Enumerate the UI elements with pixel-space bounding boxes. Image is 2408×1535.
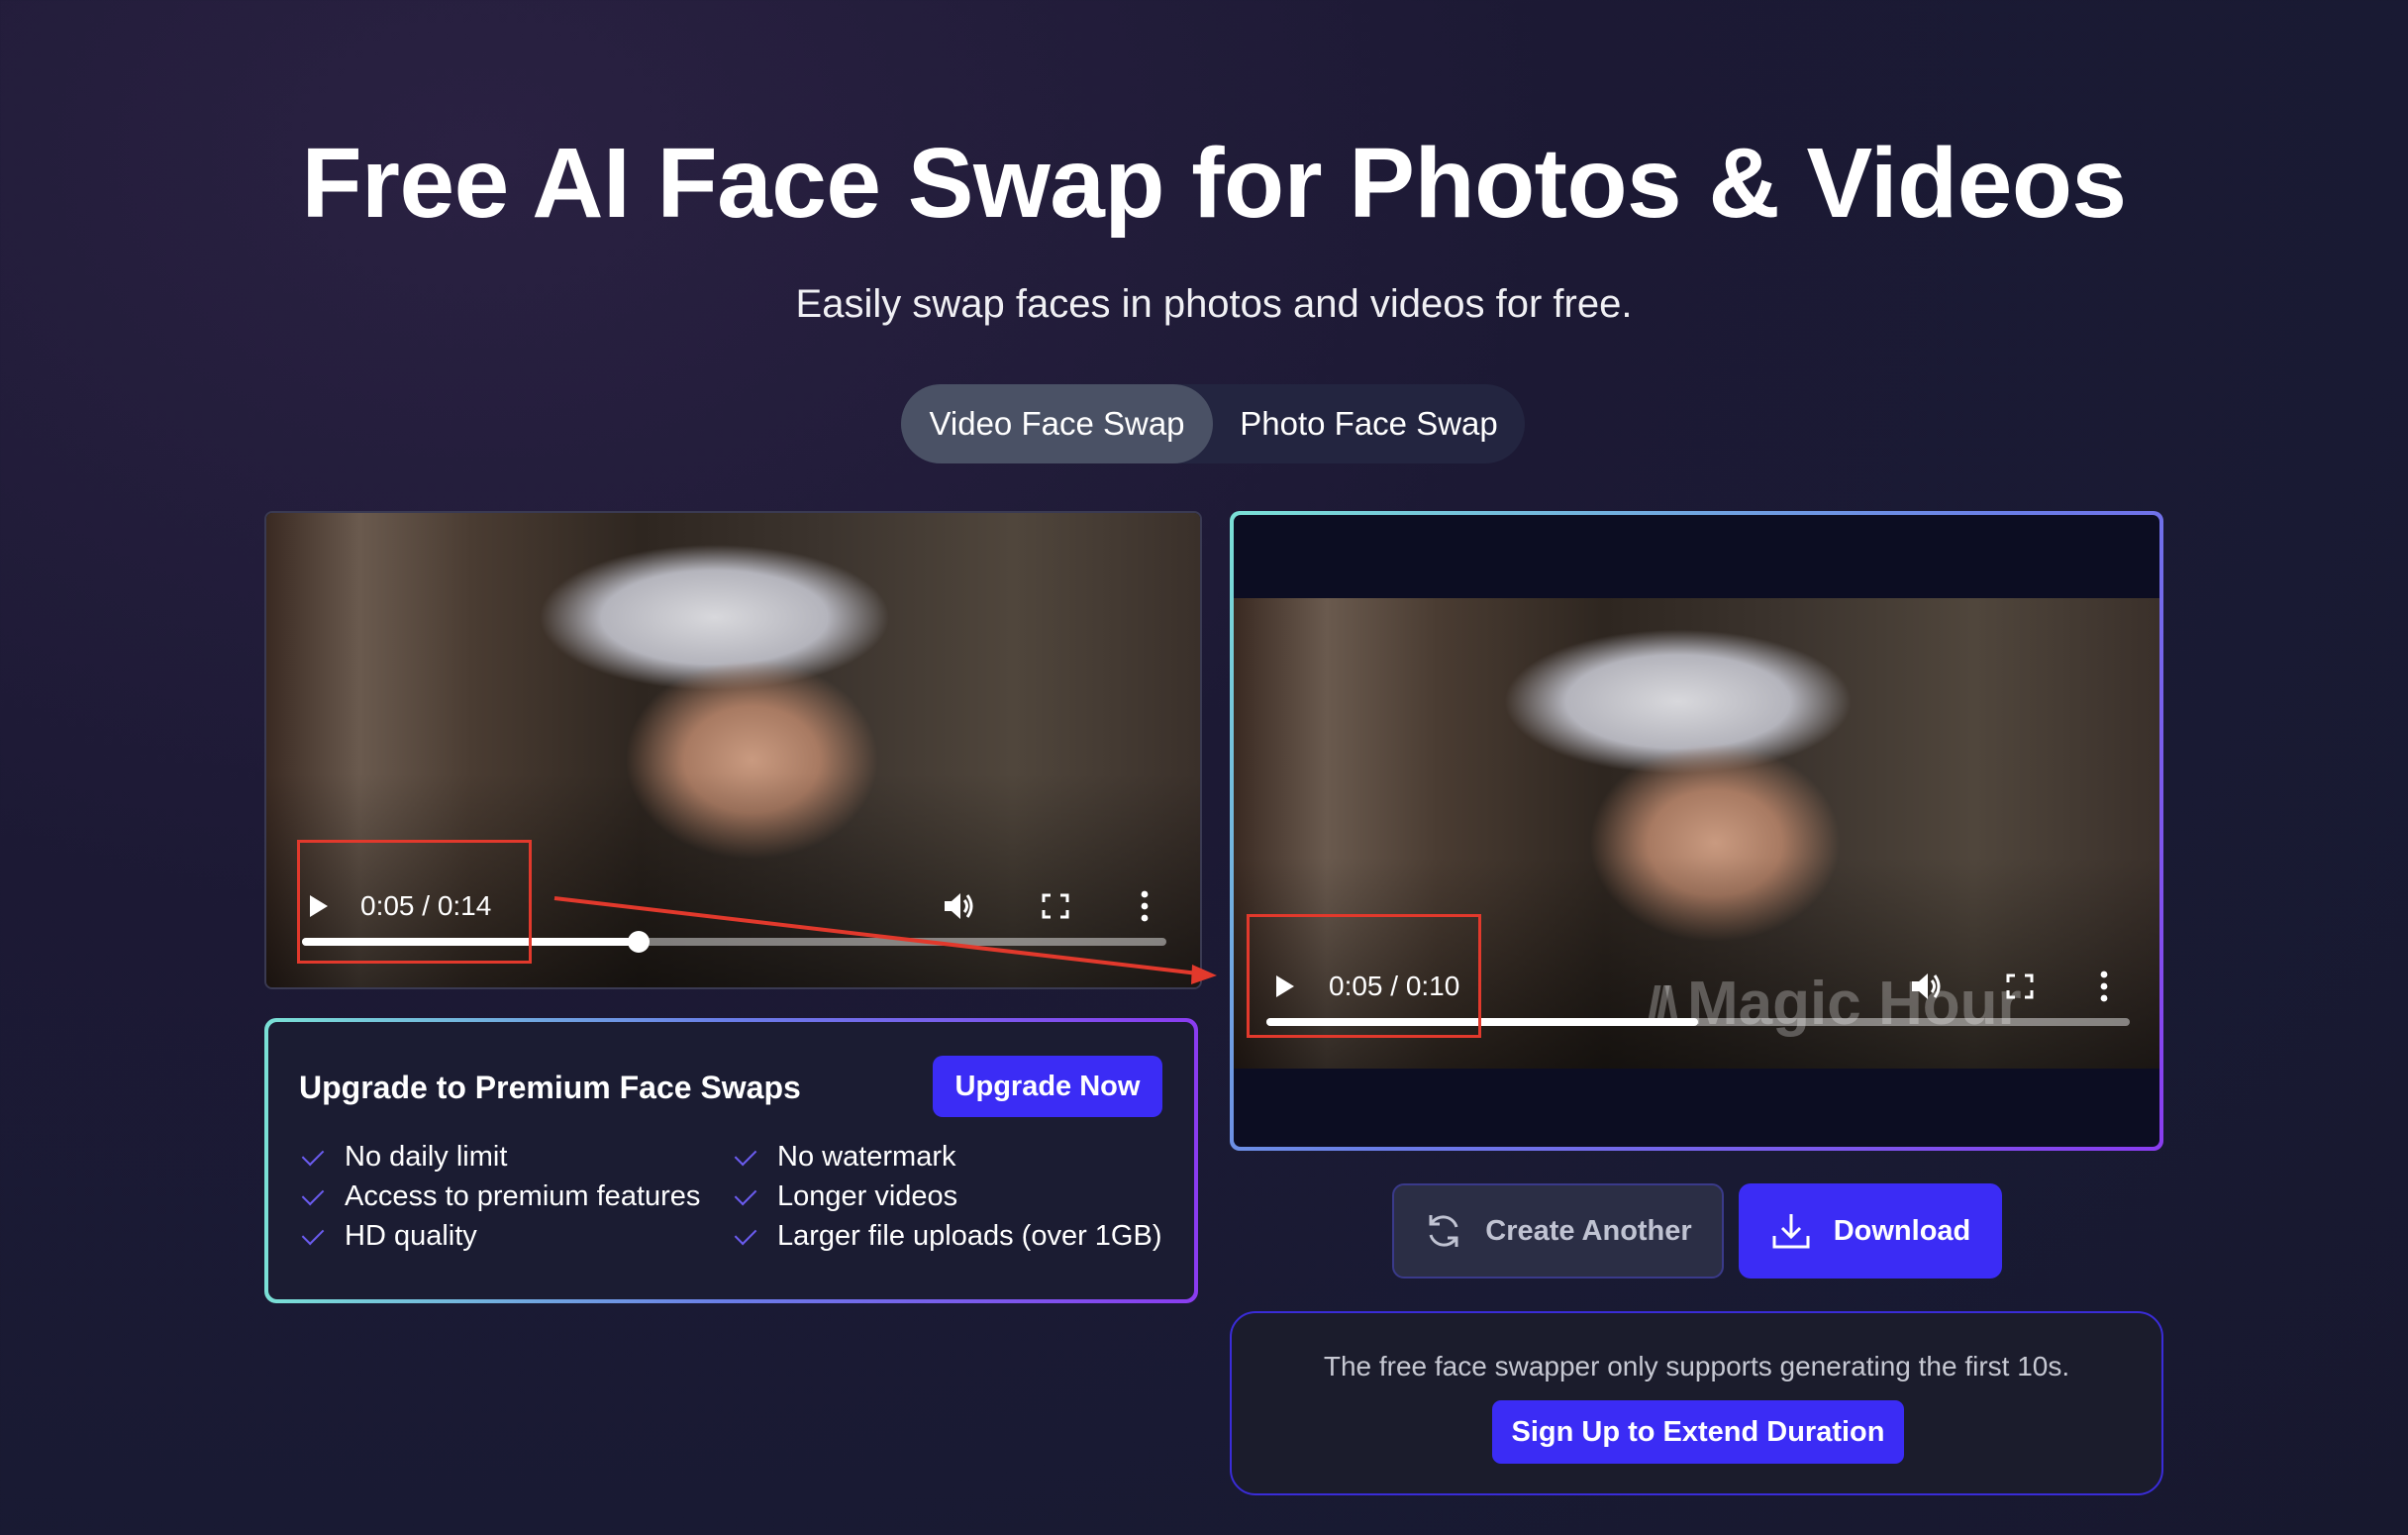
check-icon <box>301 1182 325 1205</box>
upgrade-card: Upgrade to Premium Face Swaps Upgrade No… <box>264 1018 1198 1303</box>
feature-item: No watermark <box>734 1141 956 1174</box>
check-icon <box>734 1182 757 1205</box>
feature-item: HD quality <box>301 1220 477 1253</box>
check-icon <box>734 1222 757 1245</box>
check-icon <box>734 1143 757 1166</box>
download-label: Download <box>1833 1214 1971 1247</box>
duration-notice-text: The free face swapper only supports gene… <box>1323 1351 2070 1382</box>
upgrade-title: Upgrade to Premium Face Swaps <box>299 1070 801 1105</box>
create-another-label: Create Another <box>1485 1214 1692 1247</box>
duration-notice-card: The free face swapper only supports gene… <box>1230 1311 2163 1495</box>
feature-item: No daily limit <box>301 1141 507 1174</box>
check-icon <box>301 1143 325 1166</box>
download-icon <box>1772 1214 1810 1249</box>
feature-item: Access to premium features <box>301 1180 700 1213</box>
feature-item: Longer videos <box>734 1180 957 1213</box>
upgrade-now-button[interactable]: Upgrade Now <box>933 1056 1162 1117</box>
annotation-arrow <box>553 896 1217 984</box>
feature-item: Larger file uploads (over 1GB) <box>734 1220 1161 1253</box>
create-another-button[interactable]: Create Another <box>1392 1183 1724 1279</box>
sign-up-extend-button[interactable]: Sign Up to Extend Duration <box>1492 1400 1904 1464</box>
refresh-icon <box>1429 1215 1458 1247</box>
download-button[interactable]: Download <box>1739 1183 2002 1279</box>
check-icon <box>301 1222 325 1245</box>
